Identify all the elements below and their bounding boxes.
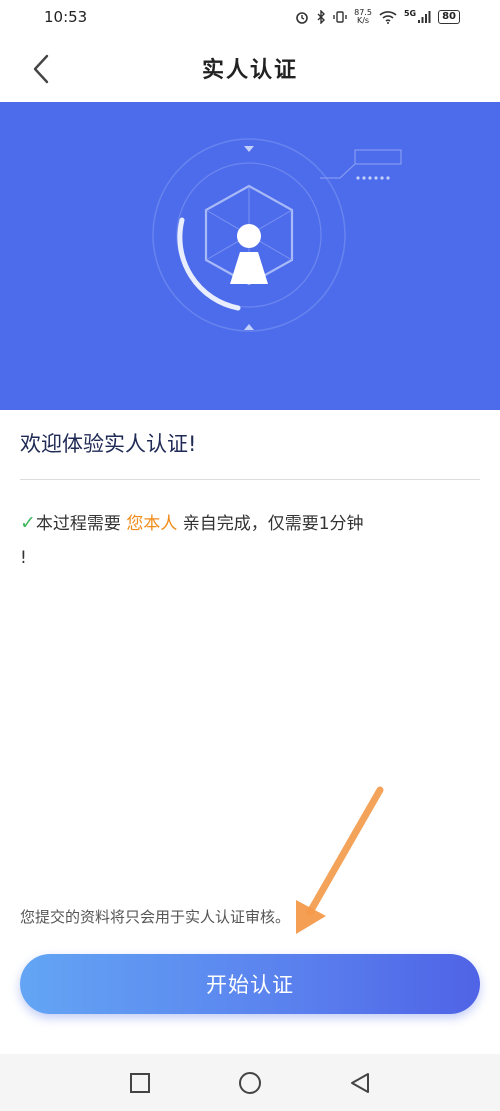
net-speed: 87.5 K/s [354,8,372,25]
battery-indicator: 80 [438,10,460,24]
triangle-back-icon [351,1072,369,1093]
welcome-heading: 欢迎体验实人认证! [20,432,197,456]
face-scan-icon [152,138,402,332]
chevron-left-icon [33,54,49,84]
home-button[interactable] [235,1068,265,1098]
recent-apps-button[interactable] [125,1068,155,1098]
notice-suffix: 亲自完成，仅需要1分钟 [182,514,364,534]
vibrate-icon [333,11,347,23]
status-time: 10:53 [44,8,88,26]
wifi-icon [379,11,397,24]
bluetooth-icon [317,10,326,24]
page-title: 实人认证 [201,57,298,83]
status-bar: 10:53 87.5 K/s 5G 80 [0,0,500,34]
circle-icon [239,1071,261,1094]
back-nav-button[interactable] [345,1068,375,1098]
signal-label: 5G [403,8,417,18]
divider [20,479,480,480]
privacy-note: 您提交的资料将只会用于实人认证审核。 [20,908,291,926]
alarm-icon [296,12,308,24]
check-icon: ✓ [20,512,36,534]
start-verification-button[interactable]: 开始认证 [20,954,480,1014]
notice-tail: ! [20,548,27,568]
system-nav-bar [0,1054,500,1111]
notice-prefix: 本过程需要 [35,514,121,534]
square-icon [130,1072,150,1093]
header: 实人认证 [0,34,500,102]
back-button[interactable] [26,52,56,86]
notice-text: ✓本过程需要 您本人 亲自完成，仅需要1分钟 ! [20,506,480,575]
notice-highlight: 您本人 [126,514,178,534]
signal-icon [418,11,431,23]
status-icons: 87.5 K/s 5G 80 [295,9,460,25]
banner [0,102,500,410]
